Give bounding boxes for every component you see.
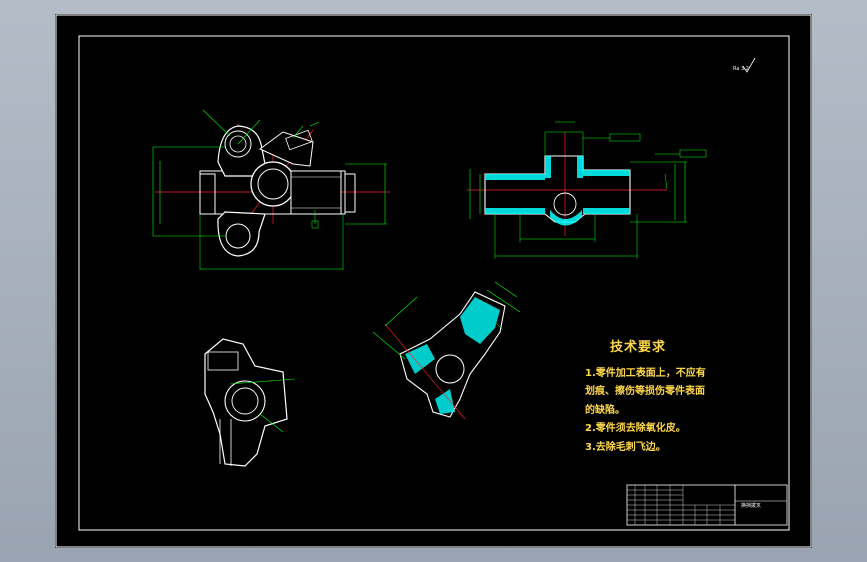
cad-drawing [55,14,812,548]
technical-requirement-line-1: 1.零件加工表面上，不应有 [585,368,706,379]
technical-requirements-heading: 技术要求 [610,340,667,355]
roughness-note: Ra 3.2 [733,66,749,72]
title-block [626,484,788,526]
section-view [467,121,707,259]
oblique-section [372,281,521,420]
part-name: 换挡拨叉 [741,503,762,509]
inner-frame [78,35,790,531]
drawing-sheet: 技术要求 1.零件加工表面上，不应有 划痕、擦伤等损伤零件表面 的缺陷。 2.零… [55,14,812,548]
side-view [204,338,296,467]
technical-requirement-line-4: 2.零件须去除氧化皮。 [585,423,686,434]
technical-requirement-line-2: 划痕、擦伤等损伤零件表面 [585,386,705,397]
front-view [152,109,390,270]
technical-requirement-line-3: 的缺陷。 [585,405,625,416]
technical-requirement-line-5: 3.去除毛刺飞边。 [585,442,666,453]
outer-frame [55,14,812,548]
